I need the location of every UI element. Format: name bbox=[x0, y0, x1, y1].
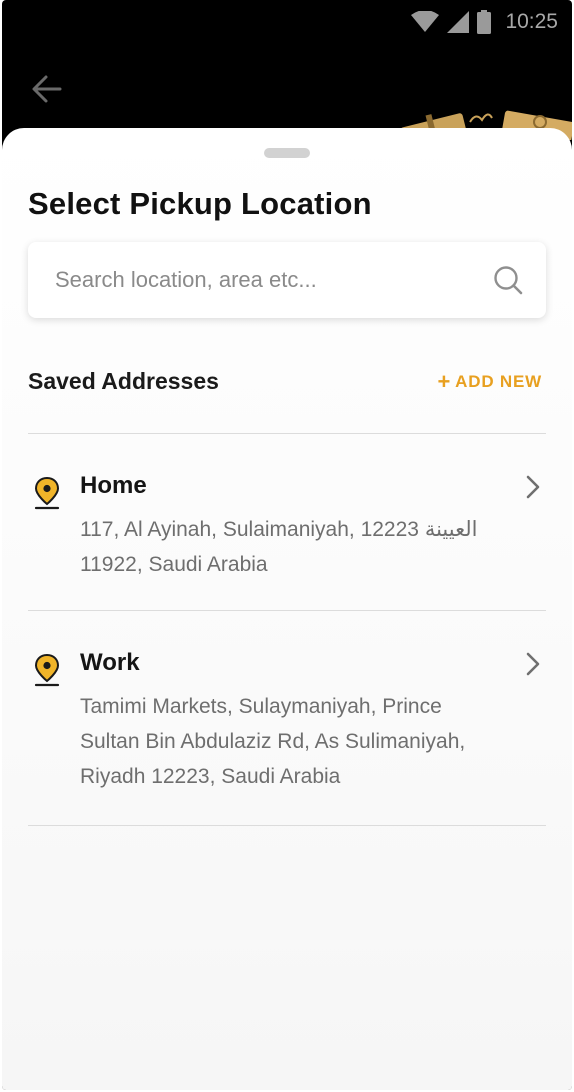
saved-addresses-header: Saved Addresses + ADD NEW bbox=[28, 368, 542, 395]
address-name: Work bbox=[80, 649, 140, 676]
add-new-button[interactable]: + ADD NEW bbox=[437, 368, 542, 394]
divider bbox=[28, 433, 546, 434]
chevron-right-icon[interactable] bbox=[522, 651, 544, 677]
wifi-icon bbox=[411, 11, 440, 32]
divider bbox=[28, 610, 546, 611]
address-line: 117, Al Ayinah, Sulaimaniyah, 12223 العي… bbox=[80, 518, 478, 541]
location-pin-icon bbox=[34, 476, 60, 510]
status-bar: 10:25 bbox=[2, 0, 572, 44]
address-line: 11922, Saudi Arabia bbox=[80, 553, 268, 576]
back-arrow-icon[interactable] bbox=[30, 72, 64, 106]
status-time: 10:25 bbox=[505, 10, 558, 33]
cellular-signal-icon bbox=[447, 11, 470, 33]
address-line: Sultan Bin Abdulaziz Rd, As Sulimaniyah, bbox=[80, 730, 466, 753]
search-box[interactable] bbox=[28, 242, 546, 318]
address-name: Home bbox=[80, 472, 147, 499]
address-text: 117, Al Ayinah, Sulaimaniyah, 12223 العي… bbox=[80, 512, 520, 582]
address-item-work[interactable]: Work Tamimi Markets, Sulaymaniyah, Princ… bbox=[28, 649, 546, 799]
chevron-right-icon[interactable] bbox=[522, 474, 544, 500]
phone-screen: 10:25 Select Pickup Location Saved Addre… bbox=[2, 0, 572, 1090]
page-title: Select Pickup Location bbox=[28, 186, 372, 221]
address-item-home[interactable]: Home 117, Al Ayinah, Sulaimaniyah, 12223… bbox=[28, 472, 546, 582]
address-line: Tamimi Markets, Sulaymaniyah, Prince bbox=[80, 695, 442, 718]
address-line: Riyadh 12223, Saudi Arabia bbox=[80, 765, 341, 788]
search-input[interactable] bbox=[53, 266, 492, 294]
drag-handle[interactable] bbox=[264, 148, 310, 158]
address-text: Tamimi Markets, Sulaymaniyah, Prince Sul… bbox=[80, 689, 520, 794]
plus-icon: + bbox=[437, 368, 452, 394]
divider bbox=[28, 825, 546, 826]
location-pin-icon bbox=[34, 653, 60, 687]
battery-icon bbox=[477, 10, 492, 34]
pickup-location-sheet: Select Pickup Location Saved Addresses +… bbox=[2, 128, 572, 1090]
search-icon[interactable] bbox=[492, 264, 524, 296]
add-new-label: ADD NEW bbox=[455, 371, 542, 391]
saved-addresses-title: Saved Addresses bbox=[28, 368, 219, 394]
